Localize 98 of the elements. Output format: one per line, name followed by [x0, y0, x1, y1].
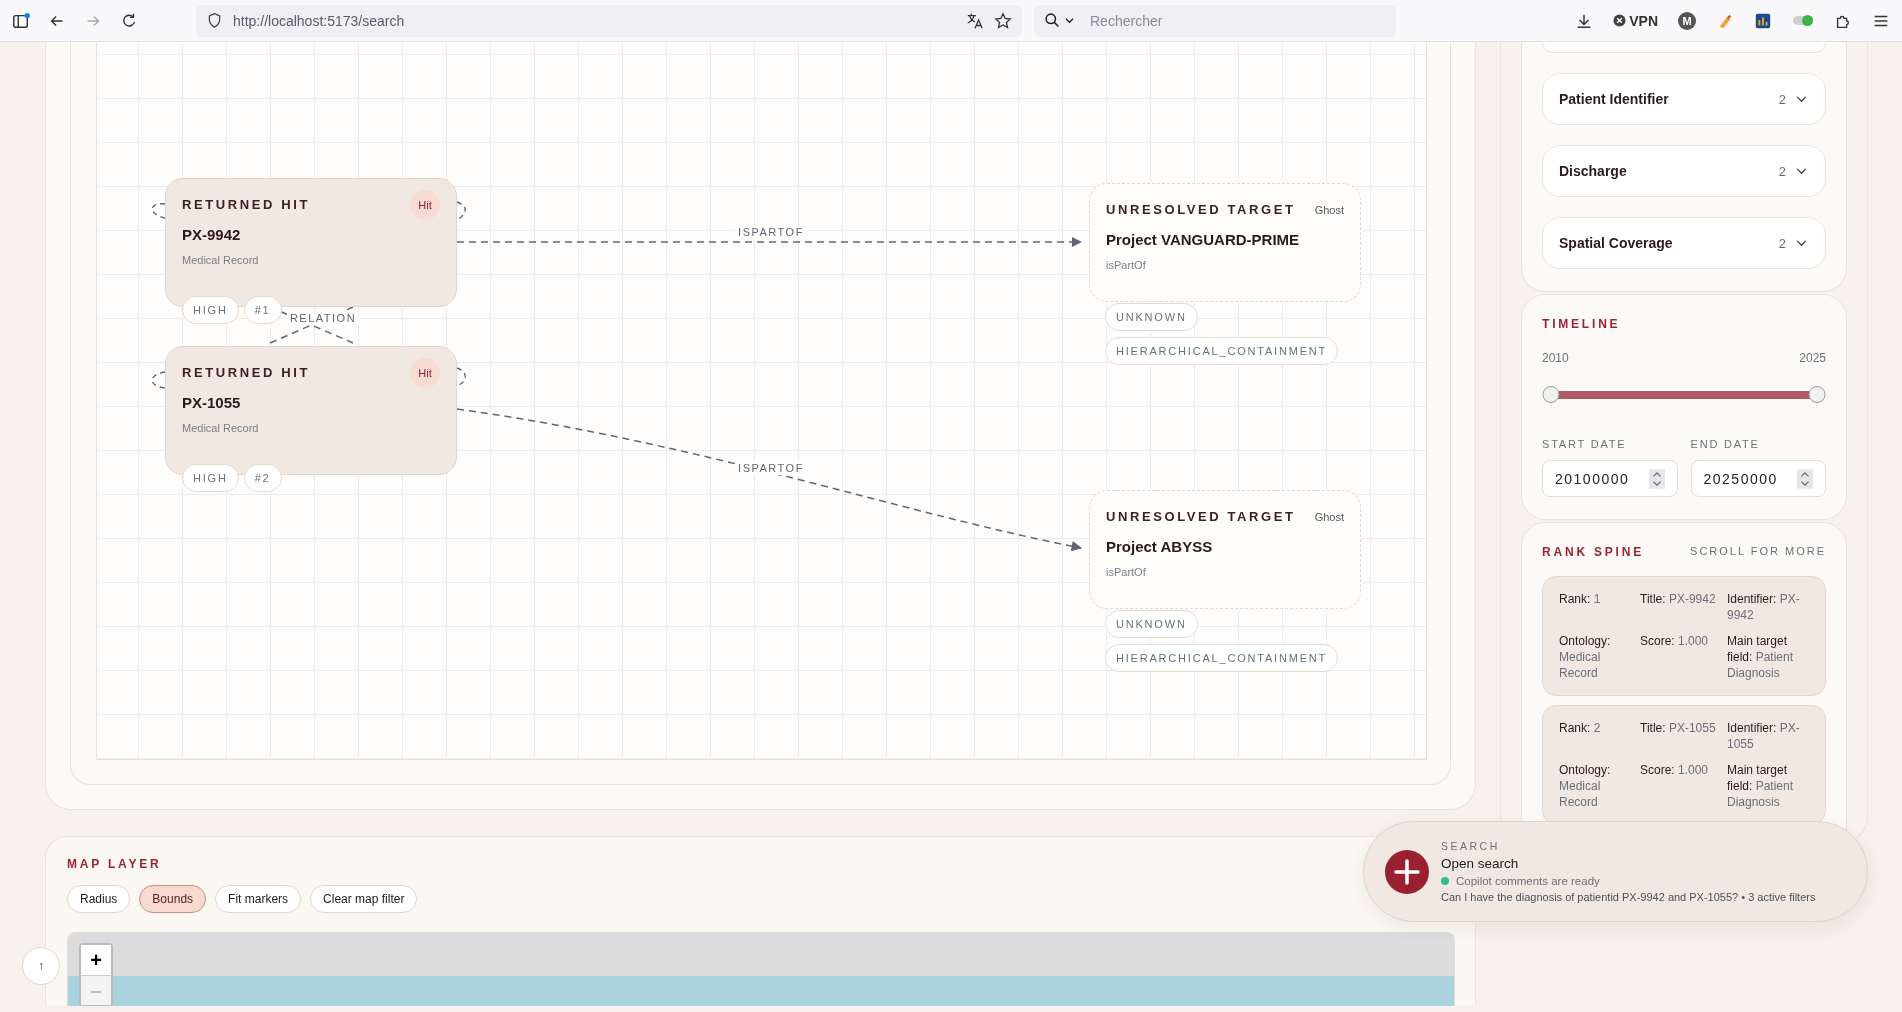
search-icon	[1044, 12, 1061, 29]
node-heading: RETURNED HIT	[182, 197, 310, 212]
profile-avatar[interactable]: M	[1678, 11, 1696, 30]
edge-line	[456, 367, 466, 387]
edge-line	[151, 203, 166, 219]
scroll-top-button[interactable]: ↑	[22, 947, 60, 985]
star-icon[interactable]	[994, 11, 1012, 30]
tag-chip: HIERARCHICAL_CONTAINMENT	[1105, 644, 1339, 672]
slider-thumb[interactable]	[1808, 386, 1826, 403]
tag-chip: HIGH	[182, 464, 239, 492]
node-type-label: Ghost	[1314, 203, 1344, 216]
facet-count: 2	[1778, 91, 1786, 107]
section-title: RANK SPINE	[1542, 545, 1644, 559]
node-title: Project VANGUARD-PRIME	[1106, 231, 1301, 248]
end-date-field[interactable]: 20250000	[1690, 460, 1826, 497]
rank-field: Main target field: Patient Diagnosis	[1727, 762, 1807, 810]
node-type-label: Ghost	[1314, 510, 1344, 523]
tag-chip: UNKNOWN	[1105, 610, 1198, 638]
facet-row[interactable]: Patient Identifier 2	[1542, 73, 1826, 125]
tag-chip: #1	[243, 296, 282, 324]
rank-field: Score: 1.000	[1640, 762, 1726, 810]
start-date-field[interactable]: 20100000	[1542, 460, 1678, 497]
query-text: Can I have the diagnosis of patientid PX-9942 and PX-1055? • 3 active filters	[1441, 891, 1816, 903]
rank-field: Ontology: Medical Record	[1559, 633, 1639, 681]
tag-chip: #2	[243, 464, 282, 492]
reload-icon[interactable]	[120, 11, 138, 30]
edge-line	[456, 201, 466, 221]
facet-label: Spatial Coverage	[1559, 235, 1674, 251]
target-node[interactable]: UNRESOLVED TARGET Ghost Project ABYSS isPartOf	[1089, 490, 1361, 609]
node-title: PX-9942	[182, 226, 242, 243]
url-text: http://localhost:5173/search	[233, 12, 406, 29]
node-heading: RETURNED HIT	[182, 365, 310, 380]
target-node[interactable]: UNRESOLVED TARGET Ghost Project VANGUARD-PRIME isPartOf	[1089, 183, 1361, 302]
widget-label: SEARCH	[1441, 840, 1501, 852]
tag-chip: HIGH	[182, 296, 239, 324]
rank-field: Rank: 1	[1559, 591, 1639, 623]
rank-field: Main target field: Patient Diagnosis	[1727, 633, 1807, 681]
hit-badge: Hit	[410, 189, 440, 220]
node-subtitle: Medical Record	[182, 422, 260, 434]
facet-count: 2	[1778, 163, 1786, 179]
spinner-icon[interactable]	[1797, 468, 1813, 489]
hit-badge: Hit	[410, 357, 440, 388]
map-filter-button[interactable]: Fit markers	[215, 885, 302, 913]
field-label: END DATE	[1690, 438, 1761, 450]
sidebar-icon[interactable]	[12, 11, 30, 30]
map-filter-button[interactable]: Bounds	[139, 885, 207, 913]
facet-label: Patient Identifier	[1559, 91, 1670, 107]
map-filter-button[interactable]: Radius	[67, 885, 131, 913]
hit-node[interactable]: RETURNED HIT Hit PX-9942 Medical Record	[165, 178, 457, 307]
rank-field: Ontology: Medical Record	[1559, 762, 1639, 810]
rank-field: Identifier: PX-1055	[1727, 720, 1807, 752]
edge-label: ISPARTOF	[735, 225, 807, 239]
rank-field: Title: PX-9942	[1640, 591, 1726, 623]
rank-field: Title: PX-1055	[1640, 720, 1726, 752]
section-title: TIMELINE	[1542, 317, 1622, 331]
chart-icon[interactable]	[1754, 11, 1772, 30]
search-input[interactable]: Rechercher	[1088, 11, 1342, 30]
plus-icon	[1385, 849, 1429, 894]
search-field[interactable]: Rechercher	[1034, 4, 1396, 37]
tag-chip: HIERARCHICAL_CONTAINMENT	[1105, 337, 1339, 365]
close-icon	[1613, 14, 1627, 27]
node-subtitle: isPartOf	[1106, 259, 1147, 271]
year-label: 2025	[1799, 351, 1826, 365]
edge-line	[151, 371, 166, 389]
field-label: START DATE	[1542, 438, 1628, 450]
search-widget[interactable]: SEARCH Open search Copilot comments are ready Can I have the diagnosis of patientid PX-9942 and PX-1055? • 3 active filters	[1363, 821, 1868, 922]
facet-count: 2	[1778, 235, 1786, 251]
facet-row[interactable]: Spatial Coverage 2	[1542, 217, 1826, 269]
vpn-button[interactable]: VPN	[1613, 12, 1658, 29]
slider-thumb[interactable]	[1542, 386, 1560, 403]
rank-field: Identifier: PX-9942	[1727, 591, 1807, 623]
rank-field: Rank: 2	[1559, 720, 1639, 752]
year-label: 2010	[1542, 351, 1569, 365]
scroll-hint: SCROLL FOR MORE	[1690, 545, 1826, 559]
facet-label: Discharge	[1559, 163, 1628, 179]
translate-icon[interactable]	[966, 11, 984, 30]
widget-title: Open search	[1441, 856, 1520, 871]
status-text: Copilot comments are ready	[1456, 875, 1600, 887]
status-dot	[1441, 877, 1449, 885]
edge-label: RELATION	[286, 311, 360, 325]
node-heading: UNRESOLVED TARGET	[1106, 202, 1296, 217]
node-subtitle: isPartOf	[1106, 566, 1147, 578]
shield-icon	[206, 12, 223, 29]
hit-node[interactable]: RETURNED HIT Hit PX-1055 Medical Record	[165, 346, 457, 475]
node-heading: UNRESOLVED TARGET	[1106, 509, 1296, 524]
tag-chip: UNKNOWN	[1105, 303, 1198, 331]
node-title: PX-1055	[182, 394, 242, 411]
address-bar[interactable]: http://localhost:5173/search	[196, 4, 1022, 37]
rank-field: Score: 1.000	[1640, 633, 1726, 681]
facet-row[interactable]: Discharge 2	[1542, 145, 1826, 197]
spinner-icon[interactable]	[1648, 468, 1665, 489]
caret-icon	[1065, 16, 1074, 25]
map-filter-button[interactable]: Clear map filter	[310, 885, 418, 913]
node-title: Project ABYSS	[1106, 538, 1214, 555]
toggle-icon[interactable]	[1792, 13, 1814, 28]
node-subtitle: Medical Record	[182, 254, 260, 266]
range-slider[interactable]	[1542, 385, 1826, 405]
rank-item[interactable]: Rank: 1 Title: PX-9942 Identifier: PX-9942 Ontology: Medical Record Score: 1.000 Main target field: Patient Diagnosis	[1542, 576, 1826, 696]
